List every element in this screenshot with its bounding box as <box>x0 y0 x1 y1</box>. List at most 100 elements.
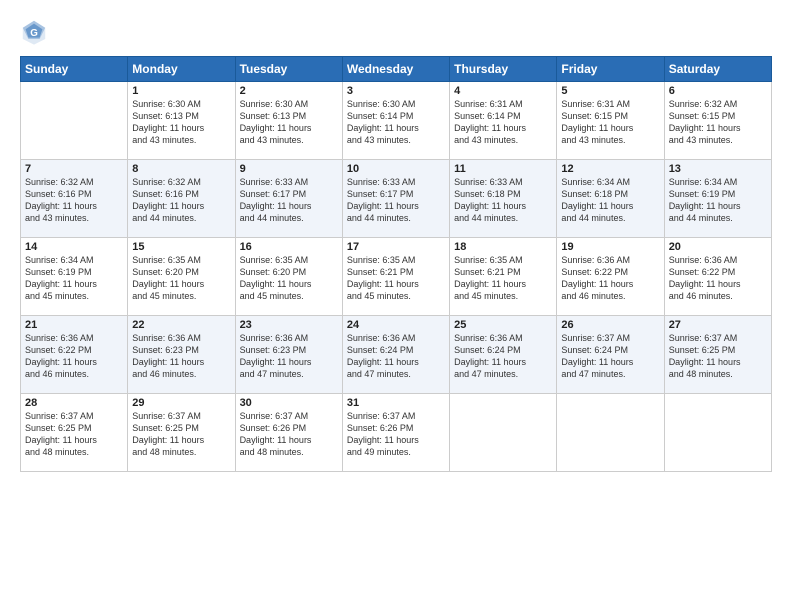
day-number: 17 <box>347 241 445 253</box>
day-number: 28 <box>25 397 123 409</box>
day-number: 20 <box>669 241 767 253</box>
calendar-cell: 26Sunrise: 6:37 AM Sunset: 6:24 PM Dayli… <box>557 316 664 394</box>
calendar-table: SundayMondayTuesdayWednesdayThursdayFrid… <box>20 56 772 472</box>
day-number: 2 <box>240 85 338 97</box>
day-number: 25 <box>454 319 552 331</box>
calendar-cell: 17Sunrise: 6:35 AM Sunset: 6:21 PM Dayli… <box>342 238 449 316</box>
calendar-cell <box>664 394 771 472</box>
calendar-cell: 10Sunrise: 6:33 AM Sunset: 6:17 PM Dayli… <box>342 160 449 238</box>
calendar-cell: 16Sunrise: 6:35 AM Sunset: 6:20 PM Dayli… <box>235 238 342 316</box>
calendar-cell: 27Sunrise: 6:37 AM Sunset: 6:25 PM Dayli… <box>664 316 771 394</box>
header-day: Wednesday <box>342 57 449 82</box>
calendar-week-row: 14Sunrise: 6:34 AM Sunset: 6:19 PM Dayli… <box>21 238 772 316</box>
day-info: Sunrise: 6:32 AM Sunset: 6:15 PM Dayligh… <box>669 98 767 147</box>
day-number: 8 <box>132 163 230 175</box>
day-number: 3 <box>347 85 445 97</box>
day-number: 6 <box>669 85 767 97</box>
day-info: Sunrise: 6:34 AM Sunset: 6:19 PM Dayligh… <box>25 254 123 303</box>
header-day: Sunday <box>21 57 128 82</box>
day-number: 4 <box>454 85 552 97</box>
calendar-cell: 28Sunrise: 6:37 AM Sunset: 6:25 PM Dayli… <box>21 394 128 472</box>
calendar-cell: 2Sunrise: 6:30 AM Sunset: 6:13 PM Daylig… <box>235 82 342 160</box>
day-number: 21 <box>25 319 123 331</box>
day-info: Sunrise: 6:32 AM Sunset: 6:16 PM Dayligh… <box>25 176 123 225</box>
calendar-cell: 20Sunrise: 6:36 AM Sunset: 6:22 PM Dayli… <box>664 238 771 316</box>
header-row: SundayMondayTuesdayWednesdayThursdayFrid… <box>21 57 772 82</box>
calendar-cell: 21Sunrise: 6:36 AM Sunset: 6:22 PM Dayli… <box>21 316 128 394</box>
day-number: 10 <box>347 163 445 175</box>
day-info: Sunrise: 6:36 AM Sunset: 6:22 PM Dayligh… <box>561 254 659 303</box>
calendar-cell: 25Sunrise: 6:36 AM Sunset: 6:24 PM Dayli… <box>450 316 557 394</box>
day-info: Sunrise: 6:31 AM Sunset: 6:15 PM Dayligh… <box>561 98 659 147</box>
day-info: Sunrise: 6:35 AM Sunset: 6:20 PM Dayligh… <box>240 254 338 303</box>
logo: G <box>20 18 52 46</box>
calendar-cell: 5Sunrise: 6:31 AM Sunset: 6:15 PM Daylig… <box>557 82 664 160</box>
calendar-cell: 11Sunrise: 6:33 AM Sunset: 6:18 PM Dayli… <box>450 160 557 238</box>
day-info: Sunrise: 6:36 AM Sunset: 6:24 PM Dayligh… <box>454 332 552 381</box>
day-info: Sunrise: 6:36 AM Sunset: 6:24 PM Dayligh… <box>347 332 445 381</box>
calendar-cell: 14Sunrise: 6:34 AM Sunset: 6:19 PM Dayli… <box>21 238 128 316</box>
calendar-cell: 22Sunrise: 6:36 AM Sunset: 6:23 PM Dayli… <box>128 316 235 394</box>
day-number: 5 <box>561 85 659 97</box>
day-number: 14 <box>25 241 123 253</box>
day-info: Sunrise: 6:35 AM Sunset: 6:21 PM Dayligh… <box>454 254 552 303</box>
day-info: Sunrise: 6:32 AM Sunset: 6:16 PM Dayligh… <box>132 176 230 225</box>
day-info: Sunrise: 6:30 AM Sunset: 6:13 PM Dayligh… <box>132 98 230 147</box>
day-info: Sunrise: 6:37 AM Sunset: 6:25 PM Dayligh… <box>25 410 123 459</box>
day-number: 11 <box>454 163 552 175</box>
day-number: 30 <box>240 397 338 409</box>
calendar-cell <box>557 394 664 472</box>
day-number: 27 <box>669 319 767 331</box>
day-number: 13 <box>669 163 767 175</box>
header: G <box>20 18 772 46</box>
calendar-cell: 13Sunrise: 6:34 AM Sunset: 6:19 PM Dayli… <box>664 160 771 238</box>
day-info: Sunrise: 6:36 AM Sunset: 6:22 PM Dayligh… <box>669 254 767 303</box>
header-day: Thursday <box>450 57 557 82</box>
header-day: Monday <box>128 57 235 82</box>
calendar-cell: 18Sunrise: 6:35 AM Sunset: 6:21 PM Dayli… <box>450 238 557 316</box>
calendar-cell: 31Sunrise: 6:37 AM Sunset: 6:26 PM Dayli… <box>342 394 449 472</box>
calendar-cell <box>450 394 557 472</box>
day-info: Sunrise: 6:36 AM Sunset: 6:22 PM Dayligh… <box>25 332 123 381</box>
day-info: Sunrise: 6:31 AM Sunset: 6:14 PM Dayligh… <box>454 98 552 147</box>
calendar-cell: 3Sunrise: 6:30 AM Sunset: 6:14 PM Daylig… <box>342 82 449 160</box>
day-info: Sunrise: 6:37 AM Sunset: 6:25 PM Dayligh… <box>132 410 230 459</box>
svg-text:G: G <box>30 28 38 39</box>
calendar-cell <box>21 82 128 160</box>
header-day: Friday <box>557 57 664 82</box>
day-number: 7 <box>25 163 123 175</box>
calendar-cell: 12Sunrise: 6:34 AM Sunset: 6:18 PM Dayli… <box>557 160 664 238</box>
calendar-week-row: 21Sunrise: 6:36 AM Sunset: 6:22 PM Dayli… <box>21 316 772 394</box>
logo-icon: G <box>20 18 48 46</box>
calendar-cell: 1Sunrise: 6:30 AM Sunset: 6:13 PM Daylig… <box>128 82 235 160</box>
day-info: Sunrise: 6:35 AM Sunset: 6:21 PM Dayligh… <box>347 254 445 303</box>
day-number: 22 <box>132 319 230 331</box>
day-info: Sunrise: 6:37 AM Sunset: 6:25 PM Dayligh… <box>669 332 767 381</box>
day-number: 1 <box>132 85 230 97</box>
calendar-week-row: 7Sunrise: 6:32 AM Sunset: 6:16 PM Daylig… <box>21 160 772 238</box>
day-info: Sunrise: 6:30 AM Sunset: 6:14 PM Dayligh… <box>347 98 445 147</box>
day-info: Sunrise: 6:33 AM Sunset: 6:17 PM Dayligh… <box>240 176 338 225</box>
calendar-cell: 6Sunrise: 6:32 AM Sunset: 6:15 PM Daylig… <box>664 82 771 160</box>
calendar-cell: 8Sunrise: 6:32 AM Sunset: 6:16 PM Daylig… <box>128 160 235 238</box>
calendar-page: G SundayMondayTuesdayWednesdayThursdayFr… <box>0 0 792 612</box>
calendar-cell: 4Sunrise: 6:31 AM Sunset: 6:14 PM Daylig… <box>450 82 557 160</box>
day-info: Sunrise: 6:37 AM Sunset: 6:24 PM Dayligh… <box>561 332 659 381</box>
day-number: 29 <box>132 397 230 409</box>
day-number: 26 <box>561 319 659 331</box>
day-number: 24 <box>347 319 445 331</box>
day-number: 18 <box>454 241 552 253</box>
calendar-cell: 15Sunrise: 6:35 AM Sunset: 6:20 PM Dayli… <box>128 238 235 316</box>
calendar-cell: 19Sunrise: 6:36 AM Sunset: 6:22 PM Dayli… <box>557 238 664 316</box>
day-number: 19 <box>561 241 659 253</box>
day-info: Sunrise: 6:37 AM Sunset: 6:26 PM Dayligh… <box>347 410 445 459</box>
calendar-cell: 23Sunrise: 6:36 AM Sunset: 6:23 PM Dayli… <box>235 316 342 394</box>
day-info: Sunrise: 6:37 AM Sunset: 6:26 PM Dayligh… <box>240 410 338 459</box>
calendar-cell: 24Sunrise: 6:36 AM Sunset: 6:24 PM Dayli… <box>342 316 449 394</box>
calendar-week-row: 1Sunrise: 6:30 AM Sunset: 6:13 PM Daylig… <box>21 82 772 160</box>
day-info: Sunrise: 6:33 AM Sunset: 6:17 PM Dayligh… <box>347 176 445 225</box>
day-info: Sunrise: 6:34 AM Sunset: 6:18 PM Dayligh… <box>561 176 659 225</box>
day-info: Sunrise: 6:35 AM Sunset: 6:20 PM Dayligh… <box>132 254 230 303</box>
calendar-cell: 9Sunrise: 6:33 AM Sunset: 6:17 PM Daylig… <box>235 160 342 238</box>
day-number: 31 <box>347 397 445 409</box>
